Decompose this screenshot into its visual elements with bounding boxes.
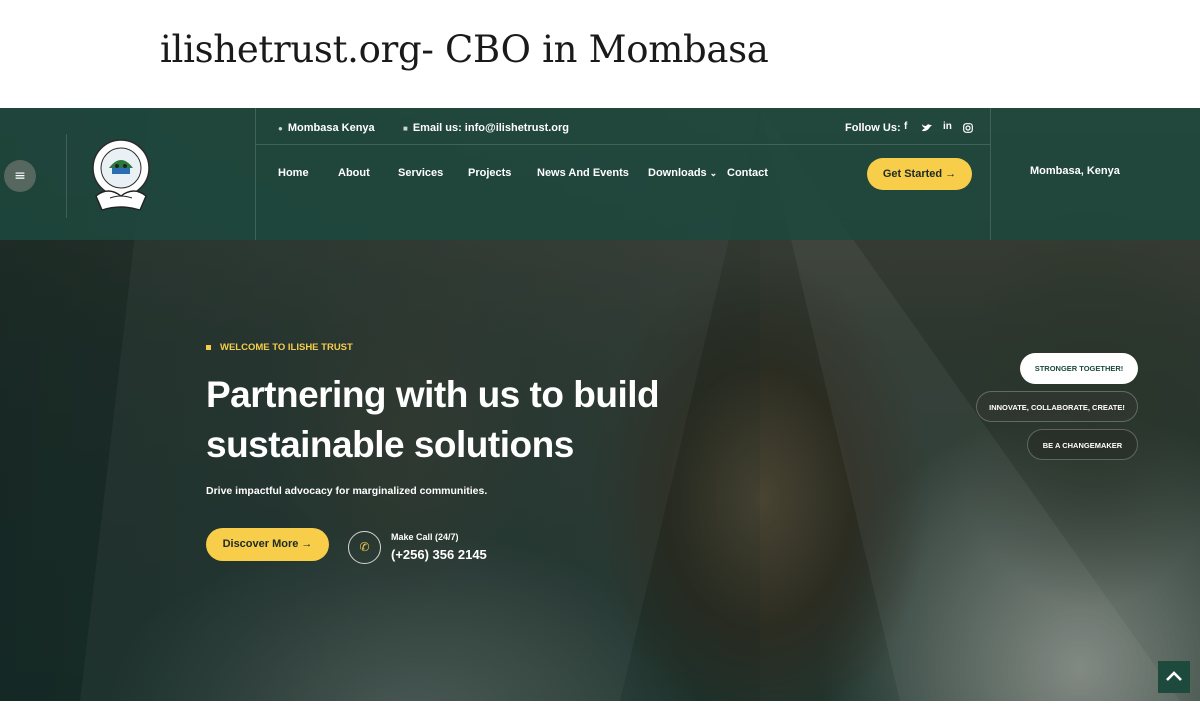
pill-changemaker[interactable]: BE A CHANGEMAKER xyxy=(1027,429,1138,460)
welcome-tagline: WELCOME TO ILISHE TRUST xyxy=(206,342,353,353)
nav-news-and-events[interactable]: News And Events xyxy=(537,167,629,179)
logo[interactable] xyxy=(90,138,152,216)
email-text[interactable]: Email us: info@ilishetrust.org xyxy=(413,122,569,134)
bullet-square-icon xyxy=(206,344,211,350)
phone-icon[interactable]: ✆ xyxy=(348,531,381,564)
page-title: ilishetrust.org- CBO in Mombasa xyxy=(160,28,769,71)
pill-stronger-together[interactable]: STRONGER TOGETHER! xyxy=(1020,353,1138,384)
discover-more-button[interactable]: Discover More → xyxy=(206,528,329,561)
divider xyxy=(66,134,67,218)
linkedin-icon[interactable]: in xyxy=(943,121,952,132)
scroll-to-top-button[interactable] xyxy=(1158,661,1190,693)
divider xyxy=(990,108,991,240)
envelope-icon: ■ xyxy=(403,124,408,133)
nav-about[interactable]: About xyxy=(338,167,370,179)
location-label: Mombasa, Kenya xyxy=(1030,165,1120,177)
divider xyxy=(256,144,990,145)
instagram-icon[interactable] xyxy=(963,123,973,133)
nav-services[interactable]: Services xyxy=(398,167,443,179)
call-number[interactable]: (+256) 356 2145 xyxy=(391,547,487,562)
nav-contact[interactable]: Contact xyxy=(727,167,768,179)
hero-headline: Partnering with us to build sustainable … xyxy=(206,374,660,465)
call-label: Make Call (24/7) xyxy=(391,532,459,542)
twitter-icon[interactable] xyxy=(922,123,932,133)
pill-innovate[interactable]: INNOVATE, COLLABORATE, CREATE! xyxy=(976,391,1138,422)
nav-projects[interactable]: Projects xyxy=(468,167,511,179)
nav-downloads[interactable]: Downloads ⌄ xyxy=(648,167,717,179)
hero-section: ≡ ● Mombasa Kenya ■ Email us: info@ilishet… xyxy=(0,108,1200,701)
hero-subtitle: Drive impactful advocacy for marginalize… xyxy=(206,485,488,497)
get-started-button[interactable]: Get Started → xyxy=(867,158,972,190)
nav-home[interactable]: Home xyxy=(278,167,309,179)
top-header: ≡ ● Mombasa Kenya ■ Email us: info@ilishet… xyxy=(0,108,1200,240)
welcome-text: WELCOME TO ILISHE TRUST xyxy=(220,342,353,353)
facebook-icon[interactable]: f xyxy=(904,121,907,132)
location-pin-icon: ● xyxy=(278,124,283,133)
nav-downloads-label: Downloads xyxy=(648,167,707,179)
location-text: Mombasa Kenya xyxy=(287,122,375,134)
hamburger-menu-button[interactable]: ≡ xyxy=(4,160,36,192)
chevron-down-icon: ⌄ xyxy=(709,168,718,178)
divider xyxy=(255,108,256,240)
email-info[interactable]: ■ Email us: info@ilishetrust.org xyxy=(403,122,569,134)
chevron-up-icon xyxy=(1166,671,1182,681)
location-info: ● Mombasa Kenya xyxy=(278,122,375,134)
follow-label: Follow Us: xyxy=(845,122,901,134)
